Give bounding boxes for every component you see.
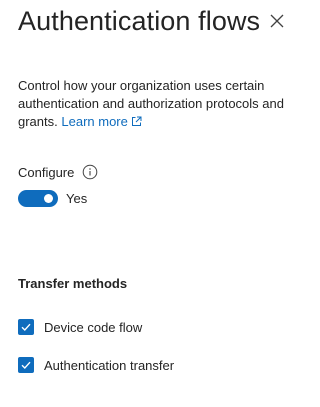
learn-more-label: Learn more: [61, 114, 128, 129]
configure-label: Configure: [18, 164, 75, 180]
configure-toggle-row: Yes: [18, 189, 87, 207]
authentication-flows-panel: Authentication flows Control how your or…: [0, 0, 308, 407]
toggle-state-label: Yes: [66, 190, 88, 206]
panel-title: Authentication flows: [18, 6, 261, 36]
checkmark-icon: [21, 361, 31, 370]
description-text: Control how your organization uses certa…: [18, 78, 284, 129]
toggle-knob: [44, 193, 53, 203]
transfer-methods-heading: Transfer methods: [18, 276, 128, 291]
info-icon[interactable]: [82, 164, 98, 180]
description: Control how your organization uses certa…: [18, 77, 298, 131]
device-code-flow-option[interactable]: Device code flow: [18, 318, 142, 336]
authentication-transfer-label: Authentication transfer: [44, 357, 175, 373]
configure-toggle[interactable]: [18, 189, 58, 207]
external-link-icon: [131, 116, 142, 126]
configure-row: Configure: [18, 162, 98, 182]
authentication-transfer-checkbox[interactable]: [18, 357, 34, 373]
authentication-transfer-option[interactable]: Authentication transfer: [18, 356, 174, 374]
checkmark-icon: [21, 323, 31, 332]
device-code-flow-checkbox[interactable]: [18, 319, 34, 335]
close-button[interactable]: [266, 10, 288, 32]
learn-more-link[interactable]: Learn more: [61, 114, 142, 129]
close-icon: [270, 14, 284, 28]
device-code-flow-label: Device code flow: [44, 319, 143, 335]
